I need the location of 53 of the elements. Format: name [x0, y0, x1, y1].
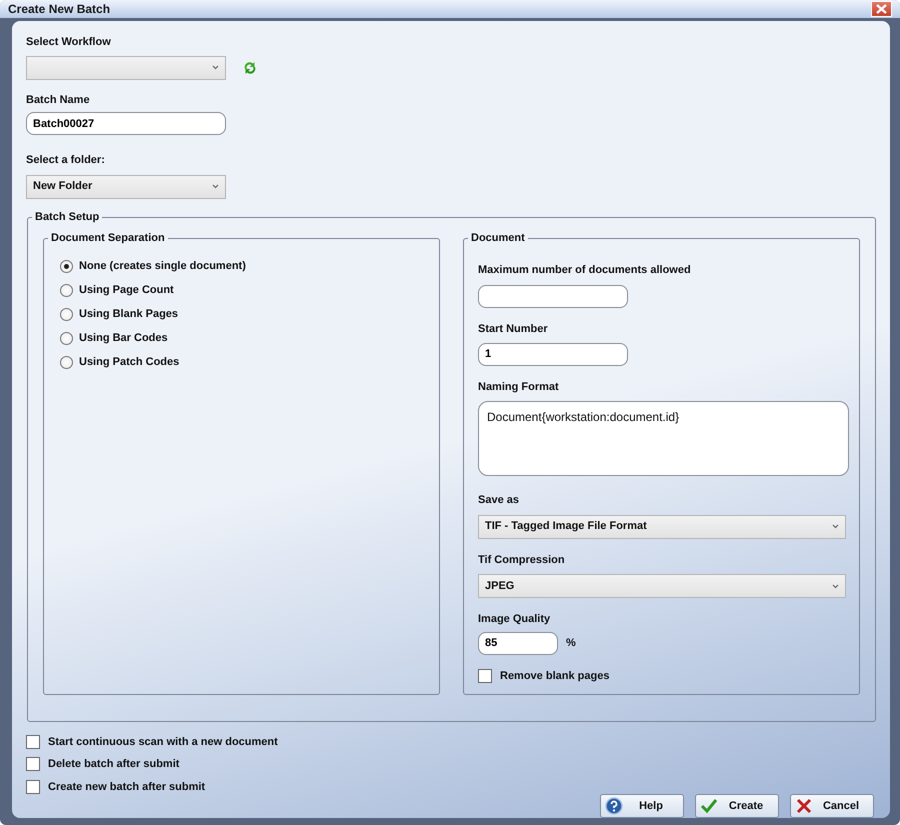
create-button[interactable]: Create — [695, 794, 779, 818]
image-quality-field[interactable]: 85 — [478, 632, 558, 654]
caret-icon — [212, 65, 219, 70]
field-label: Select a folder: — [26, 153, 106, 168]
group-title: Document — [470, 232, 526, 244]
radio-label: Using Patch Codes — [79, 355, 180, 370]
radio-label: Using Page Count — [79, 283, 174, 298]
checkbox-label: Delete batch after submit — [48, 757, 180, 772]
help-icon — [605, 797, 623, 815]
radio-button[interactable] — [60, 284, 73, 297]
field-label: Maximum number of documents allowed — [478, 262, 692, 278]
window-title: Create New Batch — [8, 1, 110, 18]
field-label: Batch Name — [26, 92, 91, 108]
cross-icon — [795, 797, 813, 815]
field-label: Image Quality — [478, 612, 552, 627]
field-label: Start Number — [478, 322, 549, 337]
checkbox[interactable] — [26, 757, 40, 772]
naming-format-field[interactable]: Document{workstation:document.id} — [478, 401, 849, 476]
field-label: Tif Compression — [478, 552, 566, 568]
compression-dropdown[interactable]: JPEG — [478, 574, 846, 598]
close-button[interactable] — [871, 1, 892, 17]
radio-button[interactable] — [60, 356, 73, 369]
caret-icon — [832, 524, 839, 529]
caret-icon — [832, 584, 839, 588]
checkbox-label: Create new batch after submit — [48, 780, 206, 794]
checkbox-label: Remove blank pages — [500, 668, 610, 684]
help-button[interactable]: Help — [600, 794, 684, 818]
checkbox[interactable] — [478, 668, 492, 683]
close-icon — [876, 4, 887, 14]
field-label: Naming Format — [478, 380, 560, 394]
folder-dropdown[interactable]: New Folder — [26, 174, 226, 198]
refresh-icon[interactable] — [242, 60, 258, 76]
radio-button[interactable] — [60, 260, 73, 273]
checkmark-icon — [700, 797, 718, 815]
group-title: Document Separation — [50, 232, 166, 244]
checkbox-label: Start continuous scan with a new document — [48, 734, 278, 750]
field-label: Select Workflow — [26, 35, 112, 50]
radio-button[interactable] — [60, 332, 73, 345]
field-label: Save as — [478, 493, 520, 508]
batch-name-field[interactable]: Batch00027 — [26, 112, 226, 135]
cancel-button[interactable]: Cancel — [790, 794, 874, 818]
radio-label: Using Blank Pages — [79, 307, 178, 322]
caret-icon — [212, 184, 219, 189]
save-as-dropdown[interactable]: TIF - Tagged Image File Format — [478, 514, 846, 538]
unit-label: % — [566, 636, 576, 651]
max-documents-field[interactable] — [478, 285, 628, 308]
checkbox[interactable] — [26, 734, 40, 749]
radio-button[interactable] — [60, 308, 73, 321]
radio-label: Using Bar Codes — [79, 331, 168, 346]
start-number-field[interactable]: 1 — [478, 342, 628, 366]
radio-label: None (creates single document) — [79, 259, 246, 274]
checkbox[interactable] — [26, 780, 40, 794]
group-title: Batch Setup — [34, 212, 100, 222]
